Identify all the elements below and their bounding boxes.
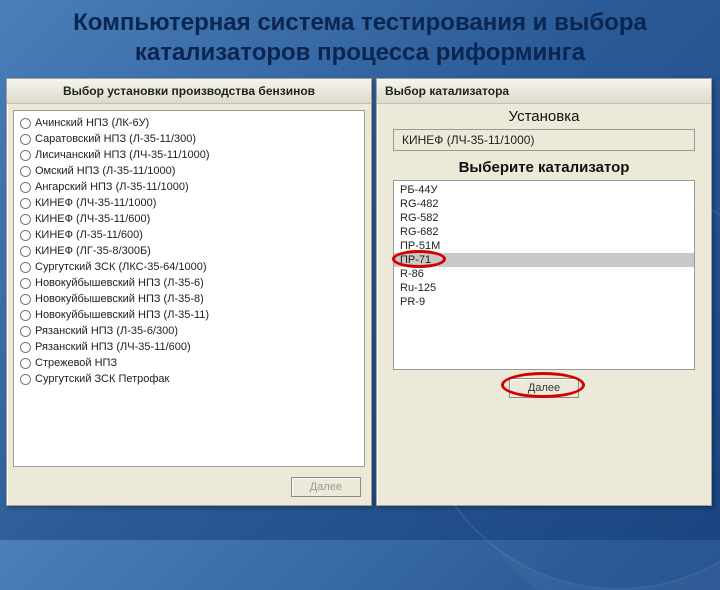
plant-item-label: Ачинский НПЗ (ЛК-6У)	[35, 117, 149, 129]
radio-icon[interactable]	[20, 246, 31, 257]
plant-item-label: Новокуйбышевский НПЗ (Л-35-6)	[35, 277, 204, 289]
catalyst-item[interactable]: ПР-71	[394, 253, 694, 267]
plant-section-label: Установка	[377, 104, 711, 127]
plant-item[interactable]: Рязанский НПЗ (ЛЧ-35-11/600)	[20, 339, 358, 355]
plant-item[interactable]: Новокуйбышевский НПЗ (Л-35-11)	[20, 307, 358, 323]
page-title: Компьютерная система тестирования и выбо…	[0, 0, 720, 78]
plant-item[interactable]: Ачинский НПЗ (ЛК-6У)	[20, 115, 358, 131]
plant-item-label: Рязанский НПЗ (ЛЧ-35-11/600)	[35, 341, 191, 353]
catalyst-panel: Выбор катализатора Установка КИНЕФ (ЛЧ-3…	[376, 78, 712, 506]
radio-icon[interactable]	[20, 214, 31, 225]
radio-icon[interactable]	[20, 134, 31, 145]
plant-list[interactable]: Ачинский НПЗ (ЛК-6У) Саратовский НПЗ (Л-3…	[13, 110, 365, 467]
plant-panel: Выбор установки производства бензинов Ач…	[6, 78, 372, 506]
plant-item-label: Омский НПЗ (Л-35-11/1000)	[35, 165, 175, 177]
selected-plant-field: КИНЕФ (ЛЧ-35-11/1000)	[393, 129, 695, 151]
plant-item[interactable]: КИНЕФ (ЛЧ-35-11/1000)	[20, 195, 358, 211]
catalyst-list[interactable]: РБ-44УRG-482RG-582RG-682ПР-51МПР-71R-86R…	[393, 180, 695, 370]
catalyst-panel-header: Выбор катализатора	[377, 79, 711, 104]
radio-icon[interactable]	[20, 166, 31, 177]
plant-item-label: Новокуйбышевский НПЗ (Л-35-11)	[35, 309, 209, 321]
plant-item-label: Ангарский НПЗ (Л-35-11/1000)	[35, 181, 189, 193]
catalyst-item[interactable]: ПР-51М	[394, 239, 694, 253]
plant-item[interactable]: Саратовский НПЗ (Л-35-11/300)	[20, 131, 358, 147]
catalyst-item[interactable]: PR-9	[394, 295, 694, 309]
radio-icon[interactable]	[20, 310, 31, 321]
plant-item[interactable]: КИНЕФ (Л-35-11/600)	[20, 227, 358, 243]
panels-row: Выбор установки производства бензинов Ач…	[0, 78, 720, 506]
plant-next-button[interactable]: Далее	[291, 477, 361, 497]
plant-item-label: КИНЕФ (ЛЧ-35-11/600)	[35, 213, 150, 225]
plant-item[interactable]: Стрежевой НПЗ	[20, 355, 358, 371]
plant-item[interactable]: Ангарский НПЗ (Л-35-11/1000)	[20, 179, 358, 195]
radio-icon[interactable]	[20, 262, 31, 273]
plant-item-label: Лисичанский НПЗ (ЛЧ-35-11/1000)	[35, 149, 210, 161]
plant-item[interactable]: Омский НПЗ (Л-35-11/1000)	[20, 163, 358, 179]
catalyst-item[interactable]: РБ-44У	[394, 183, 694, 197]
plant-item[interactable]: Сургутский ЗСК (ЛКС-35-64/1000)	[20, 259, 358, 275]
catalyst-item[interactable]: RG-682	[394, 225, 694, 239]
catalyst-button-row: Далее	[377, 374, 711, 406]
radio-icon[interactable]	[20, 278, 31, 289]
plant-item-label: Сургутский ЗСК (ЛКС-35-64/1000)	[35, 261, 207, 273]
plant-item-label: КИНЕФ (Л-35-11/600)	[35, 229, 143, 241]
catalyst-item[interactable]: Ru-125	[394, 281, 694, 295]
catalyst-next-button[interactable]: Далее	[509, 378, 579, 398]
radio-icon[interactable]	[20, 358, 31, 369]
plant-item-label: Стрежевой НПЗ	[35, 357, 117, 369]
plant-item[interactable]: Новокуйбышевский НПЗ (Л-35-8)	[20, 291, 358, 307]
plant-item[interactable]: Новокуйбышевский НПЗ (Л-35-6)	[20, 275, 358, 291]
plant-item-label: Новокуйбышевский НПЗ (Л-35-8)	[35, 293, 204, 305]
plant-item-label: Саратовский НПЗ (Л-35-11/300)	[35, 133, 196, 145]
plant-item[interactable]: Рязанский НПЗ (Л-35-6/300)	[20, 323, 358, 339]
radio-icon[interactable]	[20, 374, 31, 385]
plant-panel-header: Выбор установки производства бензинов	[7, 79, 371, 104]
plant-item-label: Рязанский НПЗ (Л-35-6/300)	[35, 325, 178, 337]
radio-icon[interactable]	[20, 182, 31, 193]
radio-icon[interactable]	[20, 150, 31, 161]
radio-icon[interactable]	[20, 326, 31, 337]
catalyst-item[interactable]: R-86	[394, 267, 694, 281]
plant-item[interactable]: Сургутский ЗСК Петрофак	[20, 371, 358, 387]
plant-item-label: КИНЕФ (ЛЧ-35-11/1000)	[35, 197, 156, 209]
radio-icon[interactable]	[20, 294, 31, 305]
radio-icon[interactable]	[20, 342, 31, 353]
plant-item[interactable]: КИНЕФ (ЛЧ-35-11/600)	[20, 211, 358, 227]
plant-item[interactable]: КИНЕФ (ЛГ-35-8/300Б)	[20, 243, 358, 259]
choose-catalyst-label: Выберите катализатор	[377, 155, 711, 178]
radio-icon[interactable]	[20, 230, 31, 241]
plant-item-label: КИНЕФ (ЛГ-35-8/300Б)	[35, 245, 151, 257]
plant-item-label: Сургутский ЗСК Петрофак	[35, 373, 169, 385]
radio-icon[interactable]	[20, 118, 31, 129]
catalyst-item[interactable]: RG-482	[394, 197, 694, 211]
highlight-ellipse-icon	[392, 250, 446, 268]
plant-item[interactable]: Лисичанский НПЗ (ЛЧ-35-11/1000)	[20, 147, 358, 163]
plant-button-row: Далее	[7, 473, 371, 505]
radio-icon[interactable]	[20, 198, 31, 209]
catalyst-item[interactable]: RG-582	[394, 211, 694, 225]
